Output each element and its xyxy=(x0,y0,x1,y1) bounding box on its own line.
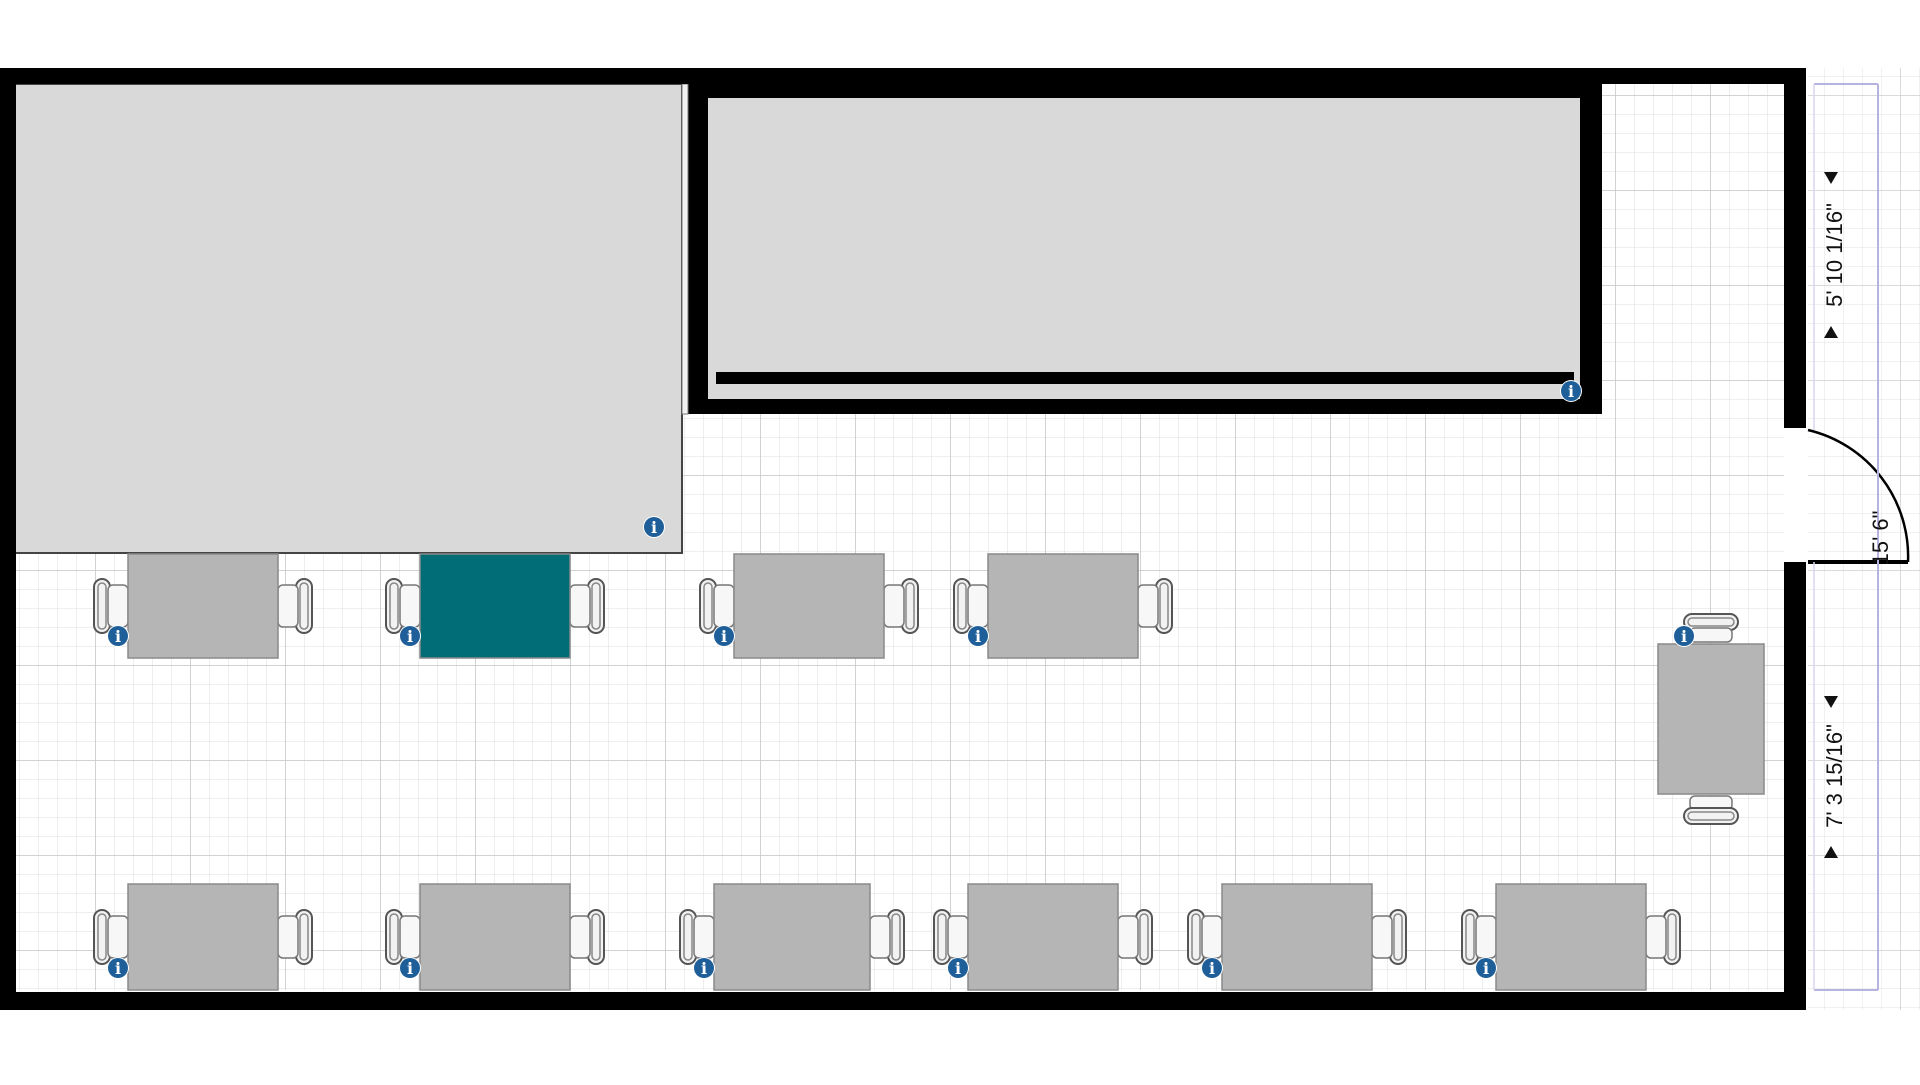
office-chair-icon[interactable] xyxy=(277,909,313,965)
svg-text:i: i xyxy=(1681,627,1687,646)
info-icon[interactable]: i xyxy=(947,957,969,979)
info-icon[interactable]: i xyxy=(399,957,421,979)
svg-text:i: i xyxy=(115,627,121,646)
desk-row1-3[interactable] xyxy=(733,553,885,659)
info-icon[interactable]: i xyxy=(1201,957,1223,979)
office-chair-icon[interactable] xyxy=(277,578,313,634)
desk-row2-4[interactable] xyxy=(967,883,1119,991)
office-chair-icon[interactable] xyxy=(883,578,919,634)
office-chair-icon[interactable] xyxy=(569,578,605,634)
office-chair-icon[interactable] xyxy=(953,578,989,634)
desk-row2-1[interactable] xyxy=(127,883,279,991)
svg-text:i: i xyxy=(407,627,413,646)
desk-vertical-1[interactable] xyxy=(1657,643,1765,795)
svg-text:i: i xyxy=(1483,959,1489,978)
desk-row1-1[interactable] xyxy=(127,553,279,659)
office-chair-icon[interactable] xyxy=(869,909,905,965)
svg-text:i: i xyxy=(721,627,727,646)
office-chair-icon[interactable] xyxy=(1371,909,1407,965)
office-chair-icon[interactable] xyxy=(1645,909,1681,965)
office-chair-icon[interactable] xyxy=(93,578,129,634)
info-icon[interactable]: i xyxy=(1673,625,1695,647)
office-chair-icon[interactable] xyxy=(569,909,605,965)
office-chair-icon[interactable] xyxy=(699,578,735,634)
desk-row2-2[interactable] xyxy=(419,883,571,991)
office-chair-icon[interactable] xyxy=(385,578,421,634)
dimension-door-width: 15' 6" xyxy=(1868,511,1893,566)
desk-row1-2[interactable] xyxy=(419,553,571,659)
desk-row2-5[interactable] xyxy=(1221,883,1373,991)
info-icon[interactable]: i xyxy=(107,957,129,979)
info-icon[interactable]: i xyxy=(1475,957,1497,979)
info-icon[interactable]: i xyxy=(399,625,421,647)
svg-text:i: i xyxy=(115,959,121,978)
office-chair-icon[interactable] xyxy=(385,909,421,965)
upper-left-area[interactable] xyxy=(13,83,683,554)
desk-row2-6[interactable] xyxy=(1495,883,1647,991)
dimension-upper-wall: 5' 10 1/16" xyxy=(1822,203,1847,307)
floor-plan-svg[interactable]: 5' 10 1/16" 15' 6" 7' 3 15/16" i i i i i i i i i… xyxy=(0,0,1920,1080)
info-icon[interactable]: i xyxy=(107,625,129,647)
desk-row1-4[interactable] xyxy=(987,553,1139,659)
info-icon[interactable]: i xyxy=(1560,380,1582,402)
svg-text:i: i xyxy=(955,959,961,978)
svg-text:i: i xyxy=(701,959,707,978)
floor-plan-canvas[interactable]: 5' 10 1/16" 15' 6" 7' 3 15/16" i i i i i i i i i… xyxy=(0,0,1920,1080)
office-chair-icon[interactable] xyxy=(933,909,969,965)
office-chair-icon[interactable] xyxy=(679,909,715,965)
svg-text:i: i xyxy=(975,627,981,646)
info-icon[interactable]: i xyxy=(967,625,989,647)
svg-text:i: i xyxy=(651,518,657,537)
desk-row2-3[interactable] xyxy=(713,883,871,991)
info-icon[interactable]: i xyxy=(643,516,665,538)
upper-right-room[interactable] xyxy=(681,83,1602,415)
office-chair-icon[interactable] xyxy=(1117,909,1153,965)
svg-text:i: i xyxy=(1209,959,1215,978)
office-chair-icon[interactable] xyxy=(1461,909,1497,965)
svg-text:i: i xyxy=(1568,382,1574,401)
info-icon[interactable]: i xyxy=(693,957,715,979)
office-chair-icon[interactable] xyxy=(1683,795,1739,825)
office-chair-icon[interactable] xyxy=(93,909,129,965)
info-icon[interactable]: i xyxy=(713,625,735,647)
dimension-lower-wall: 7' 3 15/16" xyxy=(1822,724,1847,828)
office-chair-icon[interactable] xyxy=(1187,909,1223,965)
svg-text:i: i xyxy=(407,959,413,978)
office-chair-icon[interactable] xyxy=(1137,578,1173,634)
